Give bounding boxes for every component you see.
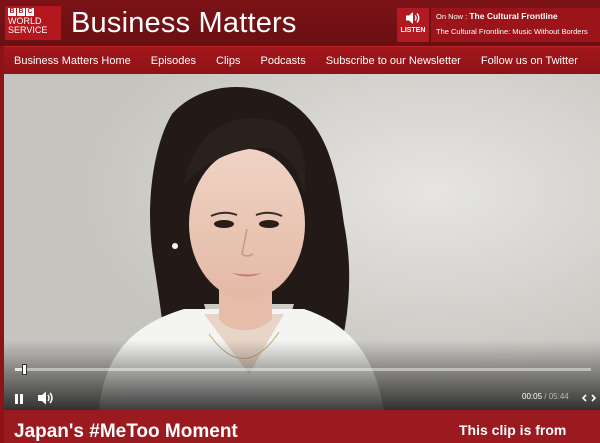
video-player[interactable]: 00:05 / 05:44: [4, 74, 600, 410]
main-nav: Business Matters Home Episodes Clips Pod…: [4, 46, 600, 74]
on-now-panel[interactable]: On Now : The Cultural Frontline The Cult…: [431, 8, 600, 42]
on-now-line: On Now : The Cultural Frontline: [436, 11, 595, 22]
seek-bar[interactable]: [15, 364, 591, 375]
bbc-blocks: B B C: [8, 8, 58, 16]
nav-item-clips[interactable]: Clips: [206, 55, 250, 67]
clip-title: Japan's #MeToo Moment: [14, 421, 238, 442]
nav-item-episodes[interactable]: Episodes: [141, 55, 206, 67]
time-separator: /: [544, 392, 547, 401]
programme-title[interactable]: Business Matters: [71, 6, 297, 40]
nav-item-twitter[interactable]: Follow us on Twitter: [471, 55, 588, 67]
logo-letter-b1: B: [8, 8, 16, 16]
nav-item-podcasts[interactable]: Podcasts: [250, 55, 315, 67]
seek-handle[interactable]: [22, 364, 27, 375]
pause-icon[interactable]: [12, 392, 26, 406]
duration: 05:44: [548, 392, 569, 401]
speaker-icon: [406, 12, 420, 24]
logo-letter-b2: B: [17, 8, 25, 16]
controls-overlay: [4, 340, 600, 410]
logo-letter-c: C: [26, 8, 34, 16]
nav-item-home[interactable]: Business Matters Home: [4, 55, 141, 67]
time-display: 00:05 / 05:44: [522, 392, 569, 401]
bbc-world-service-logo[interactable]: B B C WORLD SERVICE: [5, 6, 61, 40]
expand-icon[interactable]: [582, 392, 596, 404]
on-now-prefix: On Now :: [436, 12, 468, 21]
nav-item-newsletter[interactable]: Subscribe to our Newsletter: [316, 55, 471, 67]
volume-icon[interactable]: [37, 390, 55, 406]
on-now-title: The Cultural Frontline: [469, 11, 558, 21]
current-time: 00:05: [522, 392, 543, 401]
clip-info-bar: Japan's #MeToo Moment This clip is from: [4, 410, 600, 443]
site-header: B B C WORLD SERVICE Business Matters LIS…: [0, 0, 600, 46]
listen-label: LISTEN: [400, 27, 426, 34]
listen-button[interactable]: LISTEN: [397, 8, 429, 42]
on-now-subtitle: The Cultural Frontline: Music Without Bo…: [436, 27, 588, 36]
logo-service: SERVICE: [8, 25, 48, 35]
clip-source-heading: This clip is from: [459, 422, 567, 438]
